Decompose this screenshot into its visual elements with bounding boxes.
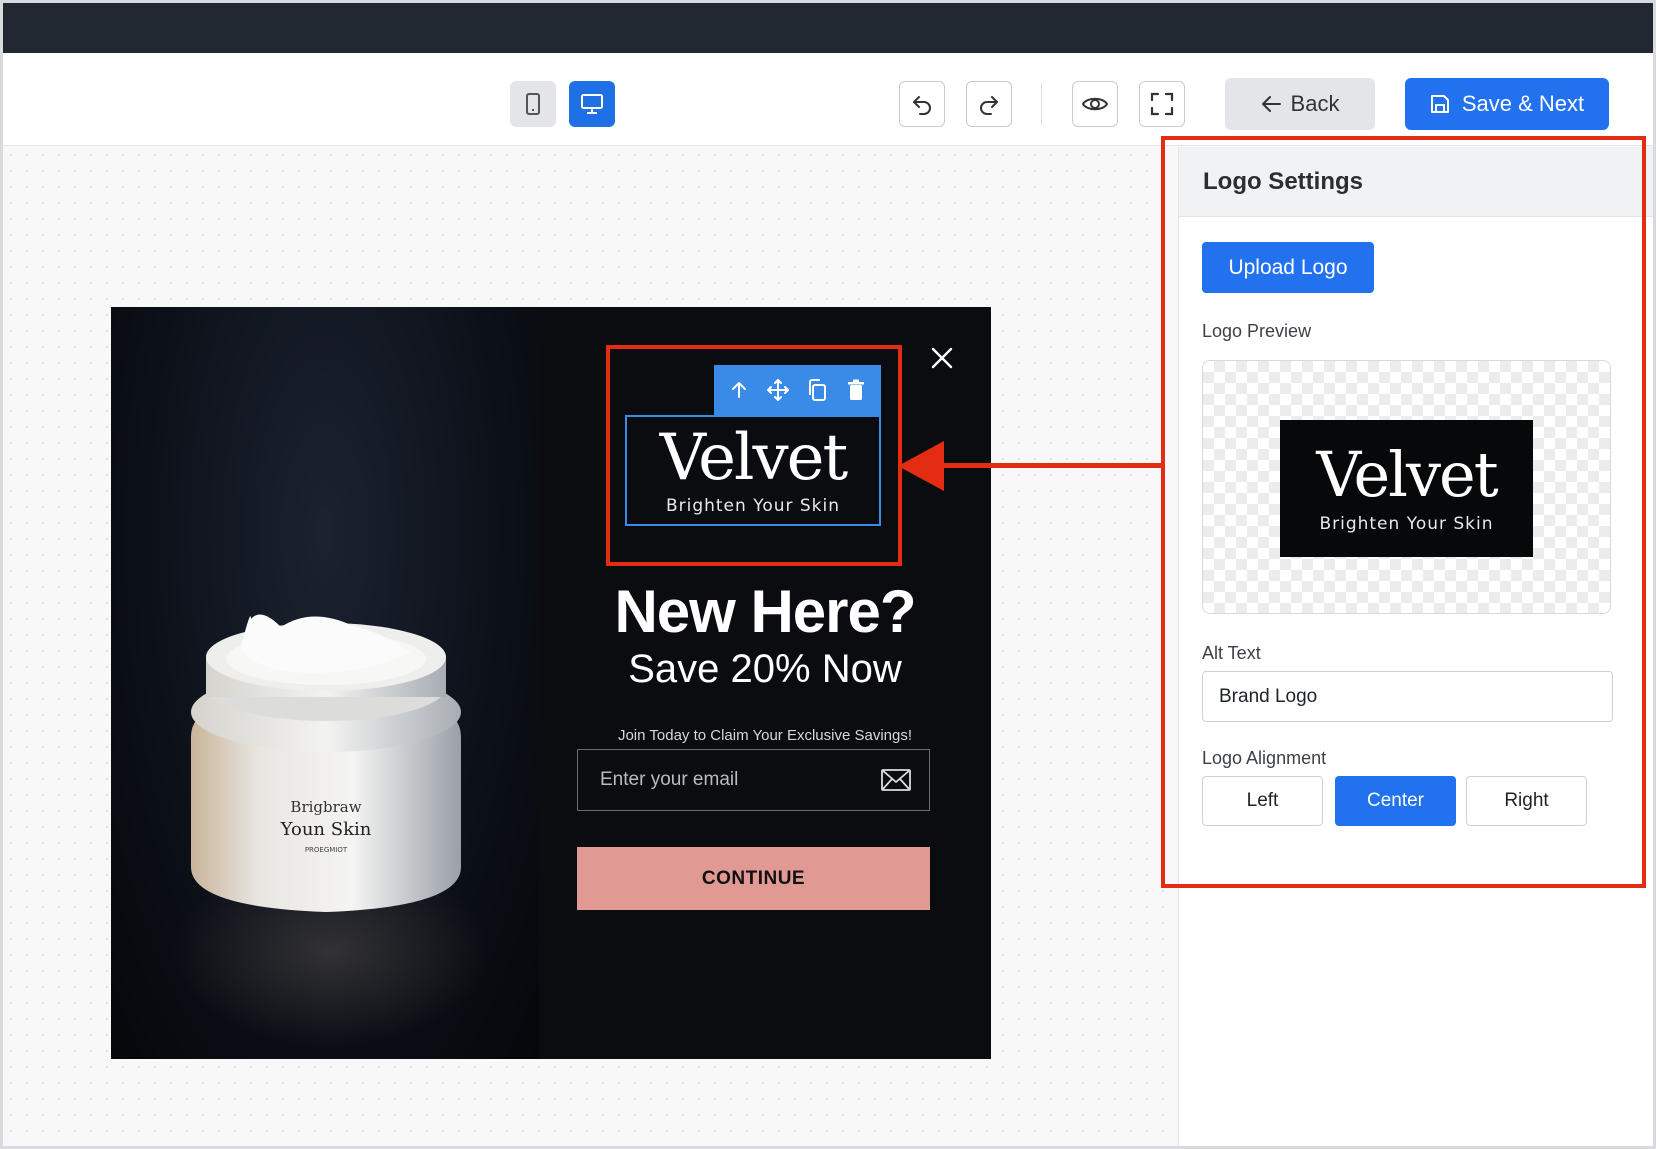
popup-logo[interactable]: Velvet Brighten Your Skin	[625, 415, 881, 526]
popup-preview: Brigbraw Youn Skin PROEGMIOT Velvet Brig…	[111, 307, 991, 1059]
undo-button[interactable]	[899, 81, 945, 127]
fullscreen-button[interactable]	[1139, 81, 1185, 127]
mail-icon	[881, 769, 911, 791]
arrow-left-icon	[1261, 96, 1281, 112]
back-button[interactable]: Back	[1225, 78, 1375, 130]
duplicate-control[interactable]	[801, 374, 833, 406]
undo-icon	[913, 96, 931, 115]
logo-element-controls	[714, 365, 881, 415]
mobile-icon	[526, 93, 540, 115]
annotation-arrow-head	[898, 441, 944, 491]
move-icon	[767, 379, 790, 401]
save-next-button[interactable]: Save & Next	[1405, 78, 1609, 130]
popup-close-button[interactable]	[924, 340, 960, 376]
drag-move-control[interactable]	[762, 374, 794, 406]
move-up-control[interactable]	[723, 374, 755, 406]
eye-icon	[1082, 97, 1108, 111]
cream-jar-illustration: Brigbraw Youn Skin PROEGMIOT	[191, 614, 461, 912]
email-field-wrapper	[577, 749, 930, 811]
popup-headline: New Here?	[614, 578, 916, 645]
email-input[interactable]	[600, 769, 860, 791]
popup-subtext: Join Today to Claim Your Exclusive Savin…	[617, 727, 913, 744]
panel-highlight-annotation	[1161, 136, 1646, 888]
app-window: Back Save & Next Brigbraw Youn Skin PROE…	[0, 0, 1656, 1149]
arrow-up-icon	[732, 382, 747, 398]
desktop-view-button[interactable]	[569, 81, 615, 127]
desktop-icon	[581, 94, 603, 114]
jar-label-line1: Brigbraw	[290, 798, 361, 816]
annotation-arrow-line	[939, 463, 1164, 468]
save-icon	[1430, 95, 1449, 113]
editor-canvas: Brigbraw Youn Skin PROEGMIOT Velvet Brig…	[3, 147, 1178, 1146]
popup-subheadline: Save 20% Now	[628, 647, 902, 691]
editor-toolbar: Back Save & Next	[3, 53, 1653, 146]
back-label: Back	[1290, 91, 1340, 116]
jar-label-line3: PROEGMIOT	[305, 846, 348, 854]
toolbar-divider	[1041, 83, 1042, 125]
delete-control[interactable]	[840, 374, 872, 406]
duplicate-icon	[808, 379, 826, 401]
redo-button[interactable]	[966, 81, 1012, 127]
close-icon	[931, 347, 953, 369]
trash-icon	[847, 379, 864, 400]
fullscreen-icon	[1150, 92, 1174, 116]
jar-label-line2: Youn Skin	[280, 819, 372, 840]
preview-button[interactable]	[1072, 81, 1118, 127]
save-label: Save & Next	[1461, 91, 1585, 116]
top-bar	[3, 3, 1653, 53]
continue-button[interactable]: CONTINUE	[577, 847, 930, 910]
logo-wordmark: Velvet	[659, 420, 848, 495]
redo-icon	[980, 96, 998, 115]
logo-tagline: Brighten Your Skin	[665, 495, 841, 516]
product-image: Brigbraw Youn Skin PROEGMIOT	[111, 307, 539, 1059]
mobile-view-button[interactable]	[510, 81, 556, 127]
